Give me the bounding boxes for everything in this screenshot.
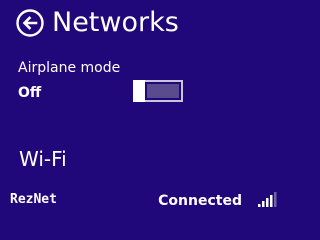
signal-bar bbox=[262, 201, 265, 207]
page-title: Networks bbox=[52, 7, 179, 38]
airplane-mode-label: Airplane mode bbox=[18, 60, 121, 76]
wifi-section-heading: Wi-Fi bbox=[19, 147, 67, 171]
wifi-signal-bars-icon bbox=[257, 192, 277, 208]
signal-bar bbox=[266, 198, 269, 207]
network-status: Connected bbox=[158, 193, 242, 209]
back-arrow-circle-icon bbox=[16, 9, 44, 37]
signal-bar bbox=[270, 195, 273, 207]
back-button[interactable] bbox=[16, 9, 44, 37]
toggle-track bbox=[147, 84, 179, 98]
airplane-mode-state: Off bbox=[18, 85, 42, 101]
signal-bar bbox=[274, 192, 277, 207]
toggle-thumb[interactable] bbox=[133, 80, 145, 102]
network-list-item[interactable]: RezNet Connected bbox=[0, 186, 295, 216]
signal-bar bbox=[258, 204, 261, 207]
network-name: RezNet bbox=[10, 192, 57, 207]
airplane-mode-toggle[interactable] bbox=[133, 80, 183, 102]
